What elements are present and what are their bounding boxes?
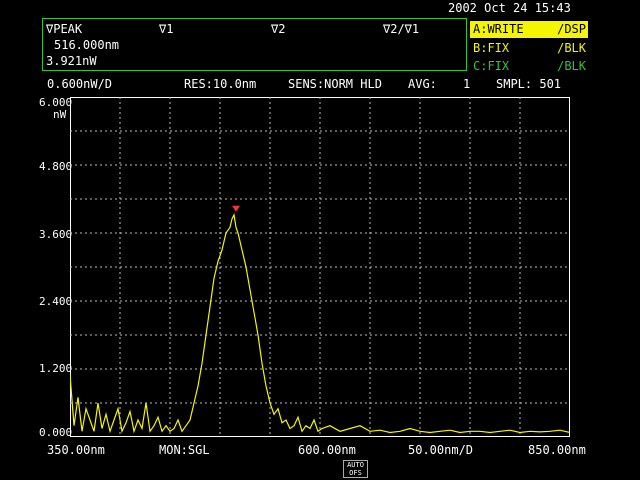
y-tick-label: 0.000: [39, 426, 73, 439]
peak-marker-icon: [232, 205, 240, 212]
trace-a-row[interactable]: A:WRITE /DSP: [470, 21, 588, 38]
monitor-mode: MON:SGL: [159, 443, 210, 457]
sampling-points: SMPL: 501: [496, 77, 562, 91]
auto-offset-line1: AUTO: [347, 461, 364, 469]
trace-a-mode: /DSP: [557, 22, 586, 36]
trace-c-mode: /BLK: [557, 59, 586, 73]
y-unit-label: nW: [53, 108, 67, 121]
trace-b-mode: /BLK: [557, 41, 586, 55]
center-wavelength: 600.00nm: [298, 443, 356, 457]
marker-2-label: ∇2: [271, 22, 286, 36]
resolution: RES:10.0nm: [184, 77, 257, 91]
y-tick-label: 4.800: [39, 160, 73, 173]
averaging-label: AVG:: [408, 77, 437, 91]
trace-a-name: A:WRITE: [473, 22, 524, 36]
averaging-value: 1: [463, 77, 471, 91]
auto-offset-line2: OFS: [349, 469, 362, 477]
marker-1-label: ∇1: [159, 22, 174, 36]
peak-marker-label: ∇PEAK: [46, 22, 83, 36]
scale-per-div: 0.600nW/D: [47, 77, 113, 91]
trace-c-name: C:FIX: [473, 59, 510, 73]
y-tick-label: 1.200: [39, 362, 73, 375]
span-per-div: 50.00nm/D: [408, 443, 474, 457]
start-wavelength: 350.00nm: [47, 443, 105, 457]
y-tick-label: 3.600: [39, 228, 73, 241]
stop-wavelength: 850.00nm: [528, 443, 586, 457]
peak-power: 3.921nW: [46, 54, 97, 68]
datetime: 2002 Oct 24 15:43: [448, 1, 571, 15]
trace-panel: A:WRITE /DSP B:FIX /BLK C:FIX /BLK: [470, 18, 588, 75]
trace-c-row[interactable]: C:FIX /BLK: [470, 58, 588, 75]
trace-b-name: B:FIX: [473, 41, 510, 55]
y-tick-label: 2.400: [39, 295, 73, 308]
trace-b-row[interactable]: B:FIX /BLK: [470, 40, 588, 57]
peak-wavelength: 516.000nm: [54, 38, 120, 52]
marker-readout-box: ∇PEAK ∇1 ∇2 ∇2/∇1 516.000nm 3.921nW: [42, 18, 467, 71]
auto-offset-button[interactable]: AUTO OFS: [343, 460, 368, 478]
marker-ratio-label: ∇2/∇1: [383, 22, 420, 36]
spectrum-plot[interactable]: [70, 97, 570, 437]
sensitivity: SENS:NORM HLD: [288, 77, 382, 91]
